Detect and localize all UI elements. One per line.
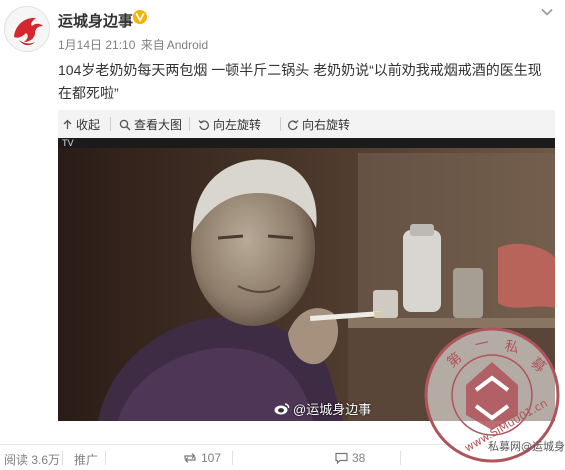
post-time[interactable]: 1月14日 21:10 [58, 38, 135, 52]
view-large-label: 查看大图 [134, 118, 183, 132]
post-footer: 阅读 3.6万 推广 107 38 [0, 444, 565, 470]
view-large-button[interactable]: 查看大图 [119, 116, 182, 133]
repost-icon [184, 453, 196, 463]
avatar[interactable] [4, 6, 50, 52]
promote-label: 推广 [74, 453, 99, 467]
repost-button[interactable]: 107 [183, 451, 221, 465]
collapse-label: 收起 [76, 118, 101, 132]
rotate-right-icon [288, 119, 299, 130]
collapse-button[interactable]: 收起 [62, 116, 100, 133]
photo-illustration: TV [58, 138, 555, 421]
rotate-right-label: 向右旋转 [302, 118, 351, 132]
verified-v-icon [133, 10, 147, 24]
rotate-left-icon [198, 119, 209, 130]
post-photo[interactable]: TV @运城身边事 [58, 138, 555, 421]
post-text: 104岁老奶奶每天两包烟 一顿半斤二锅头 老奶奶说“以前劝我戒烟戒酒的医生现在都… [58, 62, 542, 101]
divider [110, 117, 111, 131]
repost-count: 107 [201, 451, 222, 465]
post-meta: 1月14日 21:10 来自 Android [58, 36, 210, 53]
divider [280, 117, 281, 131]
image-watermark-text: @运城身边事 [293, 402, 372, 417]
divider [232, 451, 233, 465]
comment-count: 38 [352, 451, 366, 465]
username[interactable]: 运城身边事 [58, 10, 133, 31]
dragon-logo-icon [5, 7, 49, 51]
rotate-left-label: 向左旋转 [213, 118, 262, 132]
rotate-left-button[interactable]: 向左旋转 [198, 116, 261, 133]
divider [62, 451, 63, 465]
weibo-icon [274, 403, 290, 415]
divider [189, 117, 190, 131]
image-watermark: @运城身边事 [274, 399, 371, 418]
source-prefix: 来自 [140, 38, 165, 52]
comment-icon [335, 452, 348, 464]
image-toolbar: 收起 查看大图 向左旋转 向右旋转 [58, 110, 555, 138]
divider [400, 451, 401, 465]
rotate-right-button[interactable]: 向右旋转 [287, 116, 350, 133]
magnify-icon [119, 119, 131, 130]
chevron-down-icon[interactable] [541, 8, 553, 16]
arrow-up-icon [63, 119, 72, 129]
promote-button[interactable]: 推广 [74, 451, 98, 468]
photo-caption: TV [61, 139, 74, 149]
comment-button[interactable]: 38 [335, 451, 365, 465]
divider [105, 451, 106, 465]
read-count: 阅读 3.6万 [4, 453, 61, 467]
post-source[interactable]: Android [167, 38, 208, 52]
post-header: 运城身边事 1月14日 21:10 来自 Android [0, 0, 565, 56]
